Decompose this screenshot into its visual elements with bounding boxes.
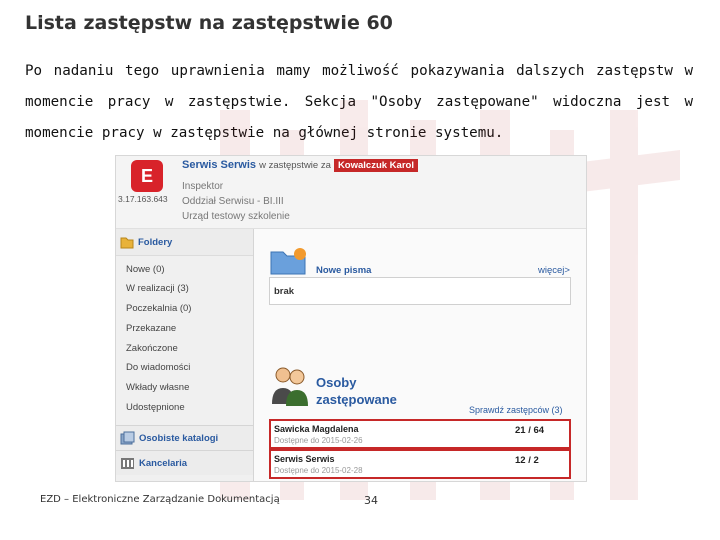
sidebar-item-for-information[interactable]: Do wiadomości	[126, 362, 190, 373]
header-user-line: Serwis Serwis w zastępstwie za Kowalczuk…	[182, 159, 418, 172]
app-header: E 3.17.163.643 Serwis Serwis w zastępstw…	[116, 156, 586, 229]
substituted-title: Osoby zastępowane	[316, 374, 397, 408]
catalog-icon	[120, 431, 135, 445]
footer-text: EZD – Elektroniczne Zarządzanie Dokument…	[40, 494, 280, 505]
folders-label: Foldery	[138, 237, 173, 248]
substituted-row[interactable]: Sawicka Magdalena Dostępne do 2015-02-26…	[269, 419, 571, 449]
slide-title: Lista zastępstw na zastępstwie 60	[25, 12, 393, 34]
people-icon	[272, 367, 308, 406]
folders-header[interactable]: Foldery	[116, 229, 253, 256]
current-user[interactable]: Serwis Serwis	[182, 159, 256, 171]
main-panel: Nowe pisma więcej> brak Osoby zastępowan…	[254, 229, 586, 481]
sidebar-item-new[interactable]: Nowe (0)	[126, 264, 165, 275]
sidebar-item-shared[interactable]: Udostępnione	[126, 402, 185, 413]
substituted-name: Serwis Serwis	[274, 454, 335, 464]
office-icon	[121, 458, 134, 469]
substituted-title-line1: Osoby	[316, 375, 357, 390]
substituted-availability: Dostępne do 2015-02-28	[274, 466, 363, 475]
new-letters-empty: brak	[274, 286, 295, 297]
sidebar-item-forwarded[interactable]: Przekazane	[126, 323, 176, 334]
user-office: Urząd testowy szkolenie	[182, 211, 290, 222]
ezd-screenshot: E 3.17.163.643 Serwis Serwis w zastępstw…	[115, 155, 587, 482]
sidebar-item-waiting-room[interactable]: Poczekalnia (0)	[126, 303, 191, 314]
slide-paragraph: Po nadaniu tego uprawnienia mamy możliwo…	[25, 63, 693, 141]
new-letters-title: Nowe pisma	[316, 265, 372, 276]
user-department: Oddział Serwisu - BI.III	[182, 196, 284, 207]
substituted-availability: Dostępne do 2015-02-26	[274, 436, 363, 445]
substituted-title-line2: zastępowane	[316, 392, 397, 407]
ezd-logo-icon: E	[131, 160, 163, 192]
ip-address: 3.17.163.643	[118, 194, 168, 204]
new-folder-icon	[270, 248, 306, 275]
sidebar-item-in-progress[interactable]: W realizacji (3)	[126, 283, 189, 294]
sidebar: Foldery Nowe (0) W realizacji (3) Poczek…	[116, 229, 254, 481]
office-section[interactable]: Kancelaria	[116, 450, 253, 475]
substituted-count: 12 / 2	[515, 455, 539, 466]
sidebar-item-finished[interactable]: Zakończone	[126, 343, 178, 354]
office-label: Kancelaria	[139, 458, 188, 469]
check-substitutes-link[interactable]: Sprawdź zastępców (3)	[469, 405, 563, 415]
more-link[interactable]: więcej>	[538, 265, 570, 276]
new-letters-box: brak	[269, 277, 571, 305]
sidebar-item-own-contributions[interactable]: Wkłady własne	[126, 382, 189, 393]
user-role: Inspektor	[182, 181, 224, 192]
substituted-name: Sawicka Magdalena	[274, 424, 359, 434]
substituted-count: 21 / 64	[515, 425, 545, 436]
page-number: 34	[364, 494, 378, 507]
folder-icon	[120, 237, 134, 249]
substituted-row[interactable]: Serwis Serwis Dostępne do 2015-02-28 12 …	[269, 449, 571, 479]
substitution-text: w zastępstwie za	[259, 160, 331, 171]
personal-catalogs-label: Osobiste katalogi	[139, 433, 219, 444]
substituted-person-badge[interactable]: Kowalczuk Karol	[333, 159, 418, 172]
personal-catalogs-section[interactable]: Osobiste katalogi	[116, 425, 253, 450]
